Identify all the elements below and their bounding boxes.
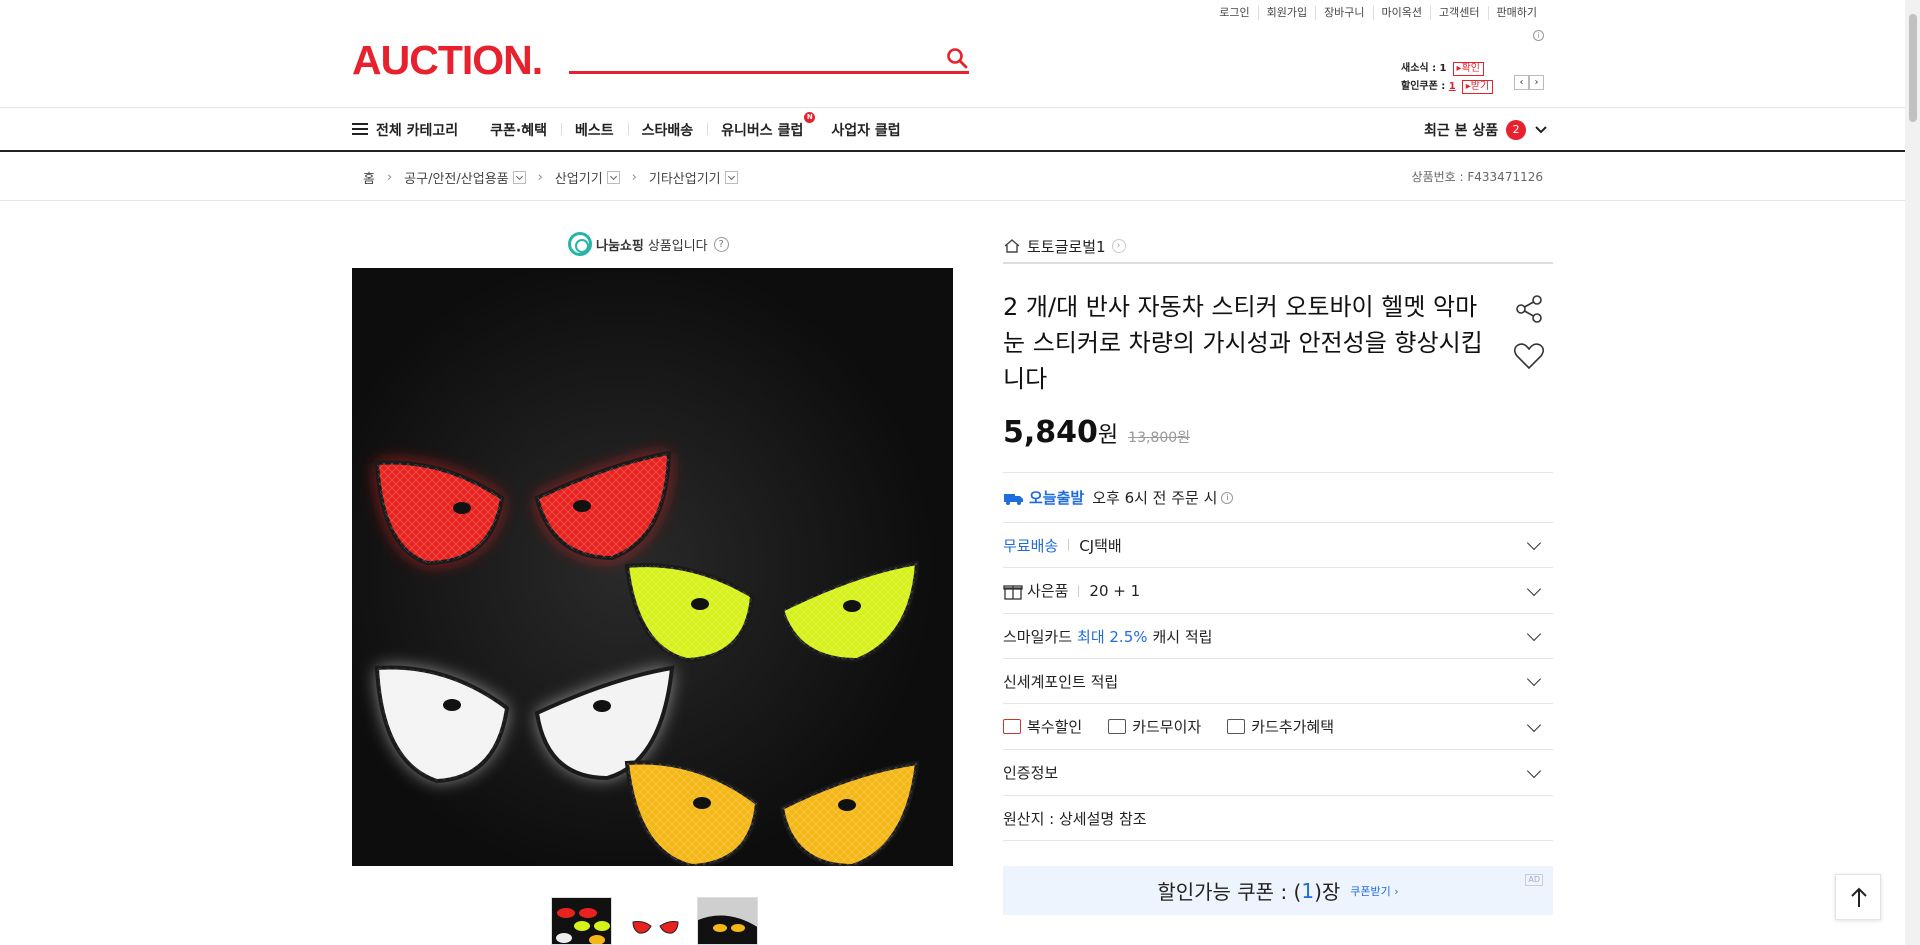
original-price: 13,800원 — [1128, 430, 1191, 446]
nav-best[interactable]: 베스트 — [561, 120, 628, 140]
cart-link[interactable]: 장바구니 — [1315, 6, 1372, 20]
chevron-right-icon: › — [386, 169, 393, 185]
login-link[interactable]: 로그인 — [1211, 6, 1257, 20]
menu-icon[interactable] — [352, 123, 368, 136]
main-product-image[interactable] — [352, 268, 953, 866]
info-icon[interactable]: i — [1533, 30, 1544, 41]
sell-link[interactable]: 판매하기 — [1487, 6, 1545, 20]
recent-count-badge: 2 — [1506, 119, 1527, 140]
coupon-available-count: 1 — [1301, 878, 1315, 903]
discount-benefit-row[interactable]: 복수할인 카드무이자 카드추가혜택 — [1003, 703, 1553, 749]
coupon-banner[interactable]: 할인가능 쿠폰 : (1)장 쿠폰받기 › AD — [1003, 866, 1553, 915]
price-unit: 원 — [1097, 423, 1119, 448]
product-number: 상품번호 : F433471126 — [1411, 170, 1543, 184]
share-icon[interactable] — [1512, 292, 1546, 326]
search-icon[interactable] — [945, 46, 969, 70]
utility-links: 로그인 회원가입 장바구니 마이옥션 고객센터 판매하기 — [1211, 6, 1545, 20]
certification-row[interactable]: 인증정보 — [1003, 749, 1553, 795]
recent-products-button[interactable]: 최근 본 상품 2 — [1424, 108, 1548, 151]
thumbnail-3[interactable] — [697, 897, 758, 945]
thumbnail-1-image — [556, 908, 610, 944]
arrow-up-icon — [1851, 887, 1867, 907]
discount-icon — [1003, 719, 1021, 734]
today-shipping-row: 오늘출발 오후 6시 전 주문 시 i — [1003, 472, 1553, 522]
home-icon — [1004, 239, 1020, 253]
card-icon — [1108, 719, 1127, 734]
dropdown-icon[interactable] — [724, 170, 738, 184]
nav-business-club[interactable]: 사업자 클럽 — [817, 120, 914, 140]
card-benefit: 카드추가혜택 — [1227, 716, 1334, 737]
scrollbar-thumb[interactable] — [1909, 14, 1917, 122]
all-categories-button[interactable]: 전체 카테고리 — [376, 120, 458, 140]
thumbnail-list — [551, 897, 758, 945]
search-input[interactable] — [569, 44, 929, 70]
nanum-shopping-notice: 나눔쇼핑 상품입니다 ? — [568, 232, 729, 256]
card-installment: 카드무이자 — [1108, 716, 1201, 737]
chevron-right-icon: › — [1111, 239, 1126, 253]
coupon-receive-button[interactable]: ▸받기 — [1461, 80, 1494, 94]
help-icon[interactable]: ? — [713, 236, 729, 252]
breadcrumb-home[interactable]: 홈 — [363, 168, 375, 187]
nav-universe-club[interactable]: 유니버스 클럽 N — [707, 111, 817, 140]
gift-icon — [1003, 584, 1023, 600]
thumbnail-1[interactable] — [551, 897, 612, 945]
new-badge: N — [804, 111, 816, 123]
thumbnail-2-image — [632, 921, 679, 934]
banner-arrows: ‹ › — [1514, 75, 1544, 90]
chevron-down-icon — [1535, 125, 1547, 133]
nanum-logo-icon — [568, 232, 592, 256]
chevron-down-icon — [1526, 763, 1542, 778]
signup-link[interactable]: 회원가입 — [1257, 6, 1315, 20]
seller-store-link[interactable]: 토토글로벌1 › — [1003, 230, 1553, 264]
search-bar — [569, 44, 969, 74]
chevron-down-icon — [1526, 535, 1542, 551]
next-arrow-icon[interactable]: › — [1529, 75, 1544, 90]
breadcrumb: 홈 › 공구/안전/산업용품 › 산업기기 › 기타산업기기 상품번호 : F4… — [0, 153, 1905, 201]
sale-price: 5,840 — [1003, 415, 1098, 450]
heart-icon[interactable] — [1512, 340, 1546, 372]
coupon-get-link[interactable]: 쿠폰받기 › — [1350, 883, 1398, 899]
devil-eyes-illustration — [374, 450, 920, 866]
nav-star-delivery[interactable]: 스타배송 — [627, 120, 708, 140]
chevron-right-icon: › — [537, 169, 543, 185]
prev-arrow-icon[interactable]: ‹ — [1514, 75, 1529, 90]
ad-badge: AD — [1525, 874, 1543, 886]
auction-logo[interactable]: AUCTION. — [352, 38, 543, 82]
shipping-row[interactable]: 무료배송 CJ택배 — [1003, 522, 1553, 567]
smile-card-row[interactable]: 스마일카드 최대 2.5% 캐시 적립 — [1003, 613, 1553, 658]
breadcrumb-level3[interactable]: 기타산업기기 — [649, 168, 721, 187]
new-message-check-button[interactable]: ▸확인 — [1452, 62, 1484, 76]
coupon-count: 1 — [1448, 81, 1456, 92]
origin-row: 원산지 : 상세설명 참조 — [1003, 795, 1553, 841]
chevron-down-icon — [1526, 671, 1542, 687]
dropdown-icon[interactable] — [606, 170, 620, 184]
breadcrumb-level1[interactable]: 공구/안전/산업용품 — [404, 168, 508, 187]
scrollbar[interactable] — [1905, 0, 1920, 945]
gift-row[interactable]: 사은품 20 + 1 — [1003, 567, 1553, 613]
multi-discount: 복수할인 — [1003, 716, 1082, 737]
chevron-down-icon — [1526, 581, 1542, 596]
info-icon[interactable]: i — [1221, 491, 1234, 504]
breadcrumb-level2[interactable]: 산업기기 — [555, 168, 603, 187]
main-nav: 전체 카테고리 쿠폰·혜택 베스트 스타배송 유니버스 클럽 N 사업자 클럽 최… — [0, 107, 1905, 152]
product-title: 2 개/대 반사 자동차 스티커 오토바이 헬멧 악마 눈 스티커로 차량의 가… — [1003, 293, 1483, 393]
dropdown-icon[interactable] — [512, 170, 526, 184]
my-auction-link[interactable]: 마이옥션 — [1372, 6, 1430, 20]
chevron-down-icon — [1526, 626, 1542, 642]
card-plus-icon — [1227, 719, 1246, 734]
today-shipping-label: 오늘출발 — [1029, 489, 1085, 507]
thumbnail-3-image — [698, 898, 757, 944]
shinsegae-point-row[interactable]: 신세계포인트 적립 — [1003, 658, 1553, 703]
chevron-down-icon — [1526, 717, 1542, 732]
customer-center-link[interactable]: 고객센터 — [1430, 6, 1487, 20]
coupon-info: 할인쿠폰 : 1 ▸받기 — [1401, 77, 1494, 94]
price-block: 5,840 원 13,800원 — [1003, 415, 1190, 450]
thumbnail-2[interactable] — [624, 897, 685, 945]
chevron-right-icon: › — [631, 169, 637, 185]
truck-icon — [1004, 493, 1023, 505]
nav-coupon[interactable]: 쿠폰·혜택 — [476, 120, 561, 140]
back-to-top-button[interactable] — [1835, 874, 1881, 920]
new-message-info: 새소식 : 1 ▸확인 — [1401, 59, 1484, 76]
